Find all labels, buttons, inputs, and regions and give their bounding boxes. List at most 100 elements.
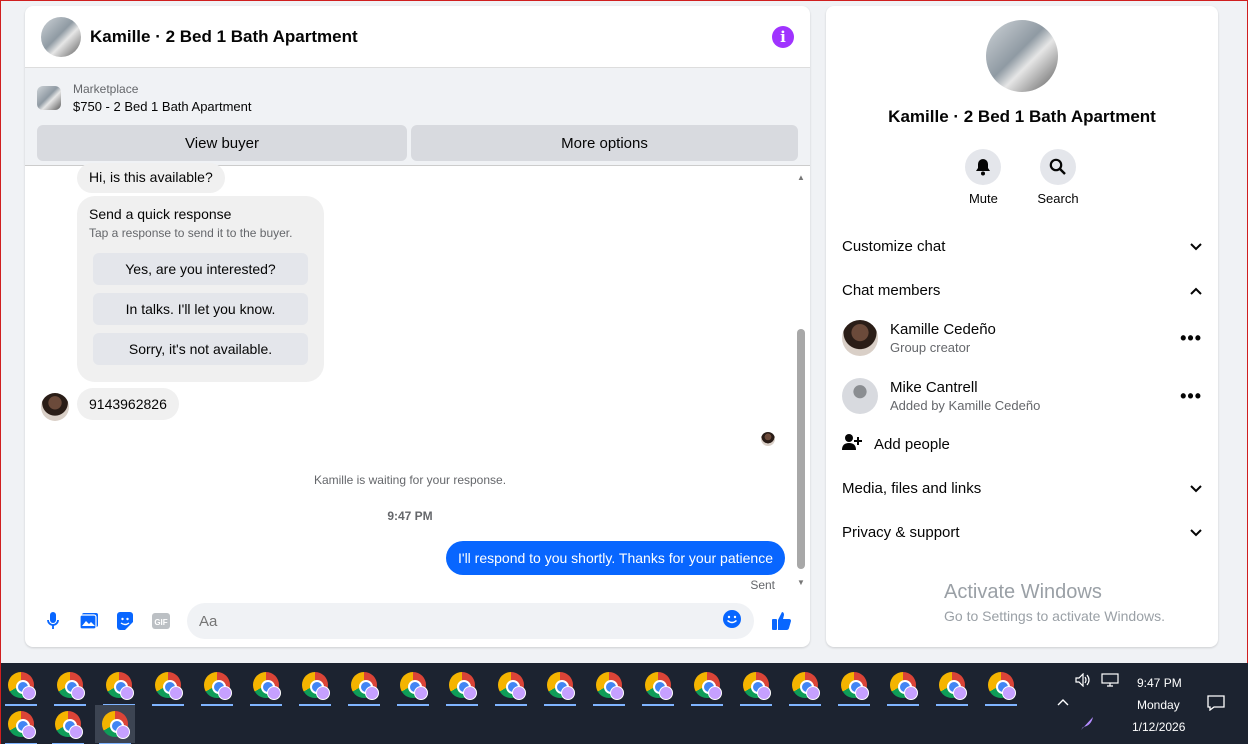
chrome-taskbar-icon[interactable] xyxy=(1,666,41,706)
chevron-up-icon xyxy=(1190,282,1202,299)
activate-windows-watermark: Activate Windows Go to Settings to activ… xyxy=(944,581,1165,624)
add-people-button[interactable]: Add people xyxy=(842,424,1202,464)
chat-members-section[interactable]: Chat members xyxy=(842,270,1202,310)
privacy-support-section[interactable]: Privacy & support xyxy=(842,512,1202,552)
notification-icon[interactable] xyxy=(1207,695,1225,714)
mute-label: Mute xyxy=(968,191,998,206)
svg-text:GIF: GIF xyxy=(154,618,167,627)
chrome-taskbar-icon[interactable] xyxy=(148,666,188,706)
chrome-taskbar-icon[interactable] xyxy=(687,666,727,706)
chevron-down-icon xyxy=(1190,480,1202,497)
chrome-taskbar-icon[interactable] xyxy=(393,666,433,706)
member-row[interactable]: Mike Cantrell Added by Kamille Cedeño ••… xyxy=(842,371,1202,421)
clock-date[interactable]: 1/12/2026 xyxy=(1132,720,1185,734)
quick-reply-in-talks[interactable]: In talks. I'll let you know. xyxy=(93,293,308,325)
member-row[interactable]: Kamille Cedeño Group creator ••• xyxy=(842,313,1202,363)
volume-icon[interactable] xyxy=(1075,672,1091,690)
activate-subtitle: Go to Settings to activate Windows. xyxy=(944,608,1165,624)
read-receipt-avatar xyxy=(761,432,775,446)
info-icon[interactable]: i xyxy=(772,25,794,48)
chat-members-label: Chat members xyxy=(842,281,941,299)
chat-title[interactable]: Kamille · 2 Bed 1 Bath Apartment xyxy=(90,27,772,47)
chrome-taskbar-icon[interactable] xyxy=(99,666,139,706)
chat-info-name: Kamille · 2 Bed 1 Bath Apartment xyxy=(888,107,1156,126)
chat-info-panel: Kamille · 2 Bed 1 Bath Apartment Mute Se… xyxy=(826,6,1218,647)
chrome-taskbar-icon[interactable] xyxy=(50,666,90,706)
feather-icon[interactable] xyxy=(1079,715,1095,734)
chrome-taskbar-icon[interactable] xyxy=(736,666,776,706)
message-list: Hi, is this available? Send a quick resp… xyxy=(25,163,795,592)
network-icon[interactable] xyxy=(1101,673,1119,690)
chrome-taskbar-icon[interactable] xyxy=(442,666,482,706)
clock-day[interactable]: Monday xyxy=(1137,698,1180,712)
customize-chat-section[interactable]: Customize chat xyxy=(842,226,1202,266)
clock-time[interactable]: 9:47 PM xyxy=(1137,676,1182,690)
quick-response-subtitle: Tap a response to send it to the buyer. xyxy=(89,226,293,240)
message-input-wrapper[interactable] xyxy=(187,603,754,639)
more-icon[interactable]: ••• xyxy=(1180,386,1202,407)
activate-title: Activate Windows xyxy=(944,581,1102,603)
listing-thumbnail xyxy=(37,86,61,110)
chevron-up-icon[interactable] xyxy=(1057,695,1069,709)
message-input[interactable] xyxy=(199,612,722,630)
quick-reply-not-available[interactable]: Sorry, it's not available. xyxy=(93,333,308,365)
search-icon[interactable] xyxy=(1039,149,1076,185)
chrome-taskbar-icon[interactable] xyxy=(981,666,1021,706)
incoming-message: 9143962826 xyxy=(77,388,179,420)
chrome-taskbar-icon[interactable] xyxy=(246,666,286,706)
chevron-down-icon xyxy=(1190,238,1202,255)
scroll-down-icon[interactable]: ▼ xyxy=(797,578,805,587)
chrome-taskbar-icon[interactable] xyxy=(491,666,531,706)
incoming-message: Hi, is this available? xyxy=(77,163,225,193)
view-buyer-button[interactable]: View buyer xyxy=(37,125,407,161)
message-timestamp: 9:47 PM xyxy=(387,509,433,523)
media-label: Media, files and links xyxy=(842,479,982,497)
chrome-taskbar-icon[interactable] xyxy=(638,666,678,706)
chrome-taskbar-icon[interactable] xyxy=(932,666,972,706)
bell-icon[interactable] xyxy=(965,149,1002,185)
chrome-taskbar-icon[interactable] xyxy=(95,705,135,744)
microphone-icon[interactable] xyxy=(42,610,64,632)
chat-avatar[interactable] xyxy=(41,16,81,57)
privacy-label: Privacy & support xyxy=(842,523,960,541)
chrome-taskbar-icon[interactable] xyxy=(48,705,88,744)
chrome-taskbar-icon[interactable] xyxy=(197,666,237,706)
add-people-label: Add people xyxy=(874,435,950,453)
chat-info-avatar xyxy=(986,20,1058,92)
quick-response-card: Send a quick response Tap a response to … xyxy=(77,196,324,382)
waiting-notice: Kamille is waiting for your response. xyxy=(313,473,507,487)
chrome-taskbar-icon[interactable] xyxy=(589,666,629,706)
photo-icon[interactable] xyxy=(78,610,100,632)
member-avatar[interactable] xyxy=(842,320,878,356)
member-name: Mike Cantrell xyxy=(890,379,978,396)
like-icon[interactable] xyxy=(771,610,793,632)
mute-button[interactable]: Mute xyxy=(965,149,1002,206)
taskbar: 9:47 PM Monday 1/12/2026 xyxy=(1,663,1248,744)
outgoing-message: I'll respond to you shortly. Thanks for … xyxy=(446,541,785,575)
more-icon[interactable]: ••• xyxy=(1180,328,1202,349)
chrome-taskbar-icon[interactable] xyxy=(295,666,335,706)
media-files-links-section[interactable]: Media, files and links xyxy=(842,468,1202,508)
emoji-icon[interactable] xyxy=(722,609,742,634)
member-name: Kamille Cedeño xyxy=(890,321,996,338)
message-scrollbar[interactable]: ▲ ▼ xyxy=(795,167,807,592)
more-options-button[interactable]: More options xyxy=(411,125,798,161)
quick-reply-yes[interactable]: Yes, are you interested? xyxy=(93,253,308,285)
composer: GIF xyxy=(25,596,810,646)
chrome-taskbar-icon[interactable] xyxy=(540,666,580,706)
gif-icon[interactable]: GIF xyxy=(150,610,172,632)
quick-response-title: Send a quick response xyxy=(89,206,232,222)
chrome-taskbar-icon[interactable] xyxy=(785,666,825,706)
scroll-up-icon[interactable]: ▲ xyxy=(797,173,805,182)
member-avatar[interactable] xyxy=(842,378,878,414)
scroll-thumb[interactable] xyxy=(797,329,805,569)
sticker-icon[interactable] xyxy=(114,610,136,632)
chrome-taskbar-icon[interactable] xyxy=(834,666,874,706)
chat-header: Kamille · 2 Bed 1 Bath Apartment i xyxy=(25,6,810,68)
chrome-taskbar-icon[interactable] xyxy=(1,705,41,744)
chrome-taskbar-icon[interactable] xyxy=(883,666,923,706)
search-button[interactable]: Search xyxy=(1037,149,1079,206)
chrome-taskbar-icon[interactable] xyxy=(344,666,384,706)
customize-chat-label: Customize chat xyxy=(842,237,946,255)
listing-title[interactable]: $750 - 2 Bed 1 Bath Apartment xyxy=(73,99,252,114)
